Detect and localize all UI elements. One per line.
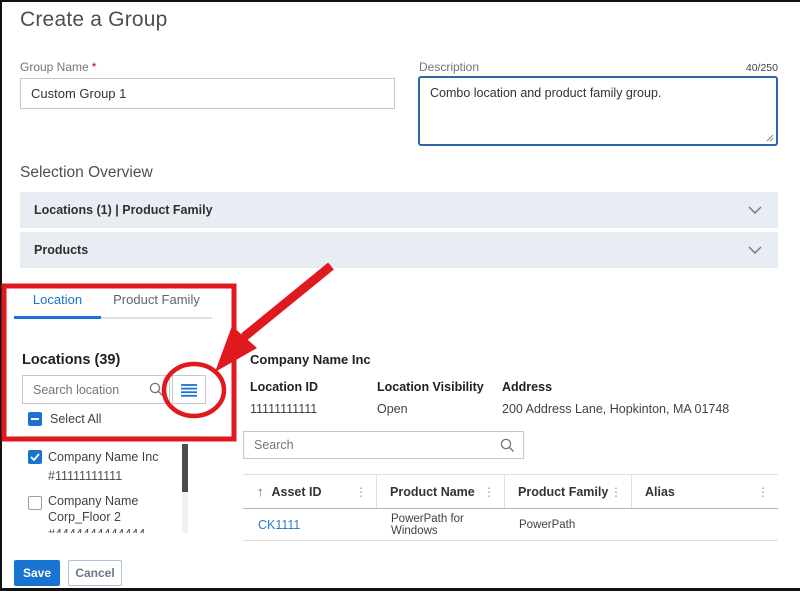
red-arrow-shaft	[244, 266, 331, 337]
product-name-cell: PowerPath for Windows	[377, 513, 505, 537]
column-menu-icon[interactable]: ⋮	[483, 485, 495, 499]
tab-location[interactable]: Location	[14, 292, 101, 316]
tab-divider	[101, 317, 212, 319]
column-header-alias[interactable]: Alias ⋮	[632, 475, 778, 508]
group-name-label: Group Name*	[20, 60, 96, 74]
column-header-product-name[interactable]: Product Name ⋮	[377, 475, 505, 508]
accordion-locations-product-family[interactable]: Locations (1) | Product Family	[20, 192, 778, 228]
scrollbar-thumb[interactable]	[182, 444, 188, 492]
accordion-label: Locations (1) | Product Family	[34, 192, 213, 228]
indeterminate-dash	[31, 418, 39, 420]
detail-field-value: 11111111111	[250, 402, 317, 416]
detail-field-label: Address	[502, 380, 552, 394]
frame-top-border	[0, 0, 800, 2]
tab-product-family[interactable]: Product Family	[101, 292, 212, 316]
locations-count-heading: Locations (39)	[22, 352, 120, 368]
accordion-products[interactable]: Products	[20, 232, 778, 268]
select-all-checkbox[interactable]	[28, 412, 42, 426]
product-family-cell: PowerPath	[505, 519, 632, 531]
column-header-product-family[interactable]: Product Family ⋮	[505, 475, 632, 508]
table-header-row: ↑ Asset ID ⋮ Product Name ⋮ Product Fami…	[243, 474, 778, 509]
table-row: CK1111 PowerPath for Windows PowerPath	[243, 509, 778, 540]
location-item-id: #11111111111	[48, 469, 122, 483]
column-header-asset-id[interactable]: ↑ Asset ID ⋮	[243, 475, 377, 508]
chevron-down-icon	[748, 206, 762, 214]
location-item-name[interactable]: Company Name Corp_Floor 2	[48, 493, 176, 525]
asset-id-link[interactable]: CK1111	[258, 518, 300, 532]
selection-overview-title: Selection Overview	[20, 164, 153, 182]
search-icon	[149, 382, 164, 397]
column-menu-icon[interactable]: ⋮	[355, 485, 367, 499]
cancel-button[interactable]: Cancel	[68, 560, 122, 586]
location-checkbox-unchecked[interactable]	[28, 496, 42, 510]
active-tab-indicator	[14, 316, 101, 319]
column-menu-icon[interactable]: ⋮	[757, 485, 769, 499]
description-textarea[interactable]: Combo location and product family group.	[418, 76, 778, 146]
list-view-icon	[180, 383, 198, 397]
asset-search-input[interactable]	[243, 431, 524, 459]
detail-field-value: Open	[377, 402, 408, 416]
detail-field-value: 200 Address Lane, Hopkinton, MA 01748	[502, 402, 729, 416]
check-icon	[30, 453, 40, 461]
list-view-button[interactable]	[172, 375, 206, 404]
company-name-heading: Company Name Inc	[250, 352, 371, 367]
search-location-input[interactable]	[22, 375, 170, 404]
frame-bottom-border	[0, 588, 800, 591]
sort-ascending-icon[interactable]: ↑	[257, 484, 264, 499]
required-asterisk: *	[92, 60, 97, 74]
search-icon	[500, 438, 515, 453]
char-counter: 40/250	[680, 62, 778, 74]
detail-field-label: Location ID	[250, 380, 318, 394]
column-menu-icon[interactable]: ⋮	[610, 485, 622, 499]
location-item-id: #4444444444444	[48, 527, 145, 533]
table-row-divider	[243, 540, 778, 541]
chevron-down-icon	[748, 246, 762, 254]
location-checkbox-checked[interactable]	[28, 450, 42, 464]
create-group-page: Create a Group Group Name* Description 4…	[0, 0, 800, 596]
list-divider	[22, 436, 202, 437]
textarea-resize-handle[interactable]	[766, 134, 774, 142]
accordion-label: Products	[34, 232, 88, 268]
group-name-input[interactable]	[20, 78, 395, 109]
location-list: Company Name Inc #11111111111 Company Na…	[22, 443, 192, 533]
detail-field-label: Location Visibility	[377, 380, 484, 394]
save-button[interactable]: Save	[14, 560, 60, 586]
select-all-label: Select All	[50, 412, 101, 426]
frame-left-border	[0, 0, 2, 591]
location-item-name[interactable]: Company Name Inc	[48, 449, 158, 465]
description-label: Description	[419, 60, 479, 74]
page-title: Create a Group	[20, 8, 168, 32]
